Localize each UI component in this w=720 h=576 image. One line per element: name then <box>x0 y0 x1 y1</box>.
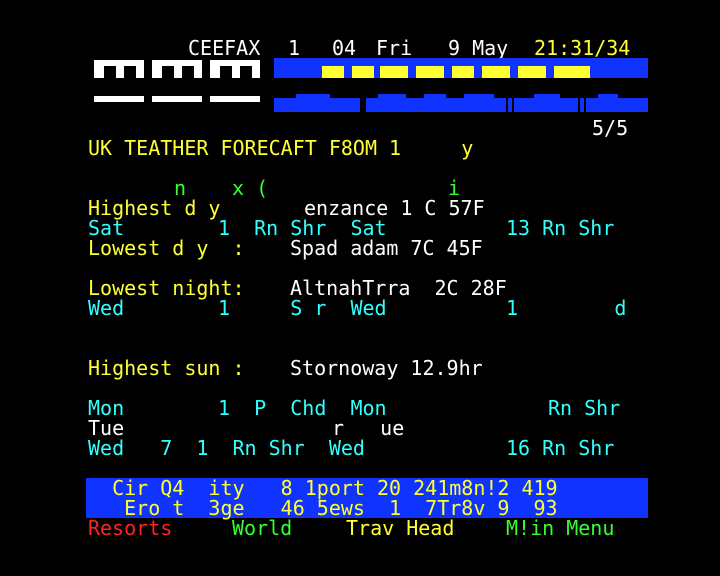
lowest-day-label: Lowest d y : <box>88 236 245 260</box>
header-row: CEEFAX 1 04 Fri 9 May 21:31/34 <box>0 38 630 58</box>
channel-number: 04 <box>332 36 357 60</box>
fastext-red-link[interactable]: Resorts <box>88 518 172 538</box>
teletext-screen: CEEFAX 1 04 Fri 9 May 21:31/34 5/5 UK TE… <box>0 0 720 576</box>
page-number: 1 <box>288 36 301 60</box>
wed-row-2: Wed 7 1 Rn Shr Wed 16 Rn Shr <box>88 436 615 460</box>
wed-row-1: Wed 1 S r Wed 1 d <box>88 296 627 320</box>
partial-row: n x ( i <box>174 176 461 200</box>
lowest-night-row: Lowest night: AltnahTrra 2C 28F <box>0 278 507 298</box>
lowest-night-value: AltnahTrra 2C 28F <box>290 276 507 300</box>
tue-row: Tue r ue <box>88 416 405 440</box>
sat-row: Sat 1 Rn Shr Sat 13 Rn Shr <box>88 216 615 240</box>
highest-sun-value: Stornoway 12.9hr <box>290 356 483 380</box>
highest-day-row: Highest d y enzance 1 C 57F <box>0 198 485 218</box>
subpage-indicator: 5/5 <box>592 116 629 140</box>
page-title: UK TEATHER FORECAFT F8OM 1 y <box>88 136 474 160</box>
clock: 21:31/34 <box>534 36 631 60</box>
highest-sun-row: Highest sun : Stornoway 12.9hr <box>0 358 483 378</box>
mon-row: Mon 1 P Chd Mon Rn Shr <box>88 396 621 420</box>
lowest-day-value: Spad adam 7C 45F <box>290 236 483 260</box>
date-label: 9 May <box>448 36 509 60</box>
fastext-cyan-link[interactable]: M!in Menu <box>506 518 614 538</box>
day-label: Fri <box>376 36 413 60</box>
highest-sun-label: Highest sun : <box>88 356 245 380</box>
service-name: CEEFAX <box>188 36 261 60</box>
lowest-day-row: Lowest d y : Spad adam 7C 45F <box>0 238 483 258</box>
news-ticker-line-1: Cir Q4 ity 8 1port 20 241m8n!2 419 <box>88 476 558 500</box>
highest-day-value: enzance 1 C 57F <box>304 196 485 220</box>
fastext-bar: Resorts World Trav Head M!in Menu <box>0 518 614 538</box>
lowest-night-label: Lowest night: <box>88 276 245 300</box>
fastext-green-link[interactable]: World <box>232 518 292 538</box>
fastext-yellow-link[interactable]: Trav Head <box>346 518 454 538</box>
highest-day-label: Highest d y <box>88 196 221 220</box>
news-ticker-line-2: Ero t 3ge 46 5ews 1 7Tr8v 9 93 <box>88 496 558 520</box>
